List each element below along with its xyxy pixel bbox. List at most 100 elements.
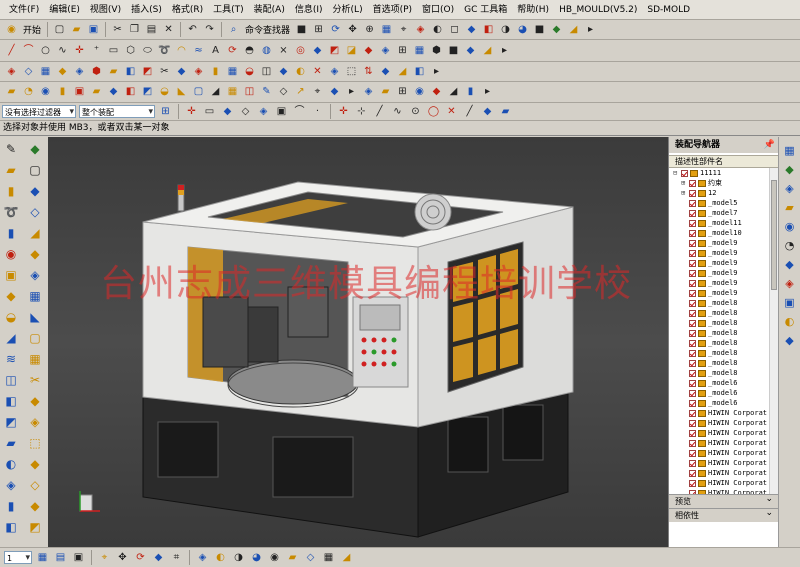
fit-view-icon[interactable]: ⊞ [311,22,326,37]
n-sided-icon[interactable]: ⬢ [89,64,104,79]
snap-on-face-icon[interactable]: ◆ [480,104,495,119]
section-curve-icon[interactable]: ⬢ [429,43,444,58]
spline-icon[interactable]: ∿ [55,43,70,58]
assembly-navigator-tab-icon[interactable]: ▦ [782,143,798,158]
isoparametric-icon[interactable]: ▦ [412,43,427,58]
sketch-tool-icon[interactable]: ✎ [2,140,20,158]
cube-view-icon[interactable]: ◆ [464,22,479,37]
tree-node[interactable]: _model11 [669,218,779,228]
tree-node[interactable]: HIWIN Corporat [669,458,779,468]
expand-toggle-icon[interactable]: ⊞ [681,178,688,188]
measure-icon[interactable]: ⊞ [395,85,410,100]
zoom-icon[interactable]: ⊕ [362,22,377,37]
tree-node[interactable]: _model6 [669,398,779,408]
wcs-orient-icon[interactable]: ◆ [151,550,166,565]
snap-endpoint-icon[interactable]: ✛ [336,104,351,119]
analysis-icon[interactable]: ◈ [413,22,428,37]
visibility-checkbox[interactable] [689,379,696,387]
visibility-checkbox[interactable] [689,219,696,227]
sew-tool-icon[interactable]: ◈ [2,476,20,494]
patch-tool-icon[interactable]: ◇ [26,476,44,494]
menu-item[interactable]: 视图(V) [85,2,126,18]
menu-item[interactable]: 分析(L) [328,2,368,18]
tree-node[interactable]: _model8 [669,338,779,348]
patch-icon[interactable]: ◈ [191,64,206,79]
visibility-checkbox[interactable] [689,199,696,207]
reverse-normal-icon[interactable]: ⇅ [361,64,376,79]
color-icon[interactable]: ■ [532,22,547,37]
show-all-icon[interactable]: ◉ [267,550,282,565]
select-body-icon[interactable]: ▣ [274,104,289,119]
curve-more-icon[interactable]: ▸ [497,43,512,58]
move-face-icon[interactable]: ▸ [344,85,359,100]
command-finder-icon[interactable]: ⌕ [226,22,241,37]
graphics-window[interactable]: 台州志成三维模具编程培训学校 [48,137,668,547]
visibility-checkbox[interactable] [681,169,688,177]
midsurface-icon[interactable]: ◆ [276,64,291,79]
rectangle-icon[interactable]: ▭ [106,43,121,58]
offset-face-icon[interactable]: ▰ [378,85,393,100]
wcs-rotate-icon[interactable]: ⟳ [133,550,148,565]
tree-node[interactable]: _model9 [669,258,779,268]
arc-icon[interactable]: ⌒ [21,43,36,58]
rib-tool-icon[interactable]: ▦ [26,287,44,305]
split-body-tool-icon[interactable]: ◧ [2,392,20,410]
edit-curve-icon[interactable]: ◆ [361,43,376,58]
select-edges-icon[interactable]: ◇ [238,104,253,119]
pin-icon[interactable]: 📌 [764,137,775,153]
part-navigator-tab-icon[interactable]: ◈ [782,181,798,196]
menu-item[interactable]: 工具(T) [208,2,249,18]
tree-node[interactable]: _model9 [669,278,779,288]
tree-node[interactable]: HIWIN Corporat [669,418,779,428]
face-blend-icon[interactable]: ◒ [242,64,257,79]
layer-icon[interactable]: ▦ [379,22,394,37]
enlarge-icon[interactable]: ⬚ [344,64,359,79]
ruled-surface-icon[interactable]: ◇ [21,64,36,79]
sphere-tool-icon[interactable]: ◇ [26,203,44,221]
studio-surface-icon[interactable]: ◈ [72,64,87,79]
menu-item[interactable]: SD-MOLD [642,2,695,18]
tree-node[interactable]: _model8 [669,328,779,338]
menu-item[interactable]: HB_MOULD(V5.2) [554,2,642,18]
offset-curve-icon[interactable]: ⟳ [225,43,240,58]
visibility-checkbox[interactable] [689,239,696,247]
new-file-icon[interactable]: ▢ [52,22,67,37]
snap-intersection-icon[interactable]: ✕ [444,104,459,119]
selection-options-icon[interactable]: ⊞ [158,104,173,119]
snap-quadrant-icon[interactable]: ◯ [426,104,441,119]
wcs-dynamics-icon[interactable]: ✥ [115,550,130,565]
subtract-icon[interactable]: ◧ [123,85,138,100]
tree-node[interactable]: _model8 [669,308,779,318]
visibility-checkbox[interactable] [689,209,696,217]
snap-midpoint-icon[interactable]: ╱ [372,104,387,119]
datum-csys-icon[interactable]: ⌖ [310,85,325,100]
visibility-checkbox[interactable] [689,369,696,377]
visibility-checkbox[interactable] [689,339,696,347]
roles-tab-icon[interactable]: ◐ [782,314,798,329]
highlight-icon[interactable]: ◢ [339,550,354,565]
wcs-icon[interactable]: ⌖ [396,22,411,37]
i-form-icon[interactable]: ◈ [327,64,342,79]
orient-view-icon[interactable]: ◆ [549,22,564,37]
cone-tool-icon[interactable]: ◢ [26,224,44,242]
silhouette-icon[interactable]: ◐ [293,64,308,79]
menu-item[interactable]: 格式(R) [167,2,208,18]
tree-node[interactable]: _model9 [669,238,779,248]
visibility-checkbox[interactable] [689,299,696,307]
subtract-tool-icon[interactable]: ◩ [2,413,20,431]
visibility-checkbox[interactable] [689,359,696,367]
polygon-icon[interactable]: ⬡ [123,43,138,58]
revolve-tool-icon[interactable]: ◆ [26,182,44,200]
manufacturing-wizard-tab-icon[interactable]: ▣ [782,295,798,310]
select-faces-icon[interactable]: ◆ [220,104,235,119]
tree-node[interactable]: _model8 [669,298,779,308]
grid-icon[interactable]: ▦ [321,550,336,565]
cut-icon[interactable]: ✂ [110,22,125,37]
tree-node[interactable]: _model8 [669,368,779,378]
tree-scrollbar-thumb[interactable] [771,180,777,290]
visibility-checkbox[interactable] [689,449,696,457]
delete-face-tool-icon[interactable]: ◧ [2,518,20,536]
thicken-icon[interactable]: ▮ [208,64,223,79]
column-header[interactable]: 描述性部件名 [669,155,779,168]
shell-tool-icon[interactable]: ▢ [26,329,44,347]
